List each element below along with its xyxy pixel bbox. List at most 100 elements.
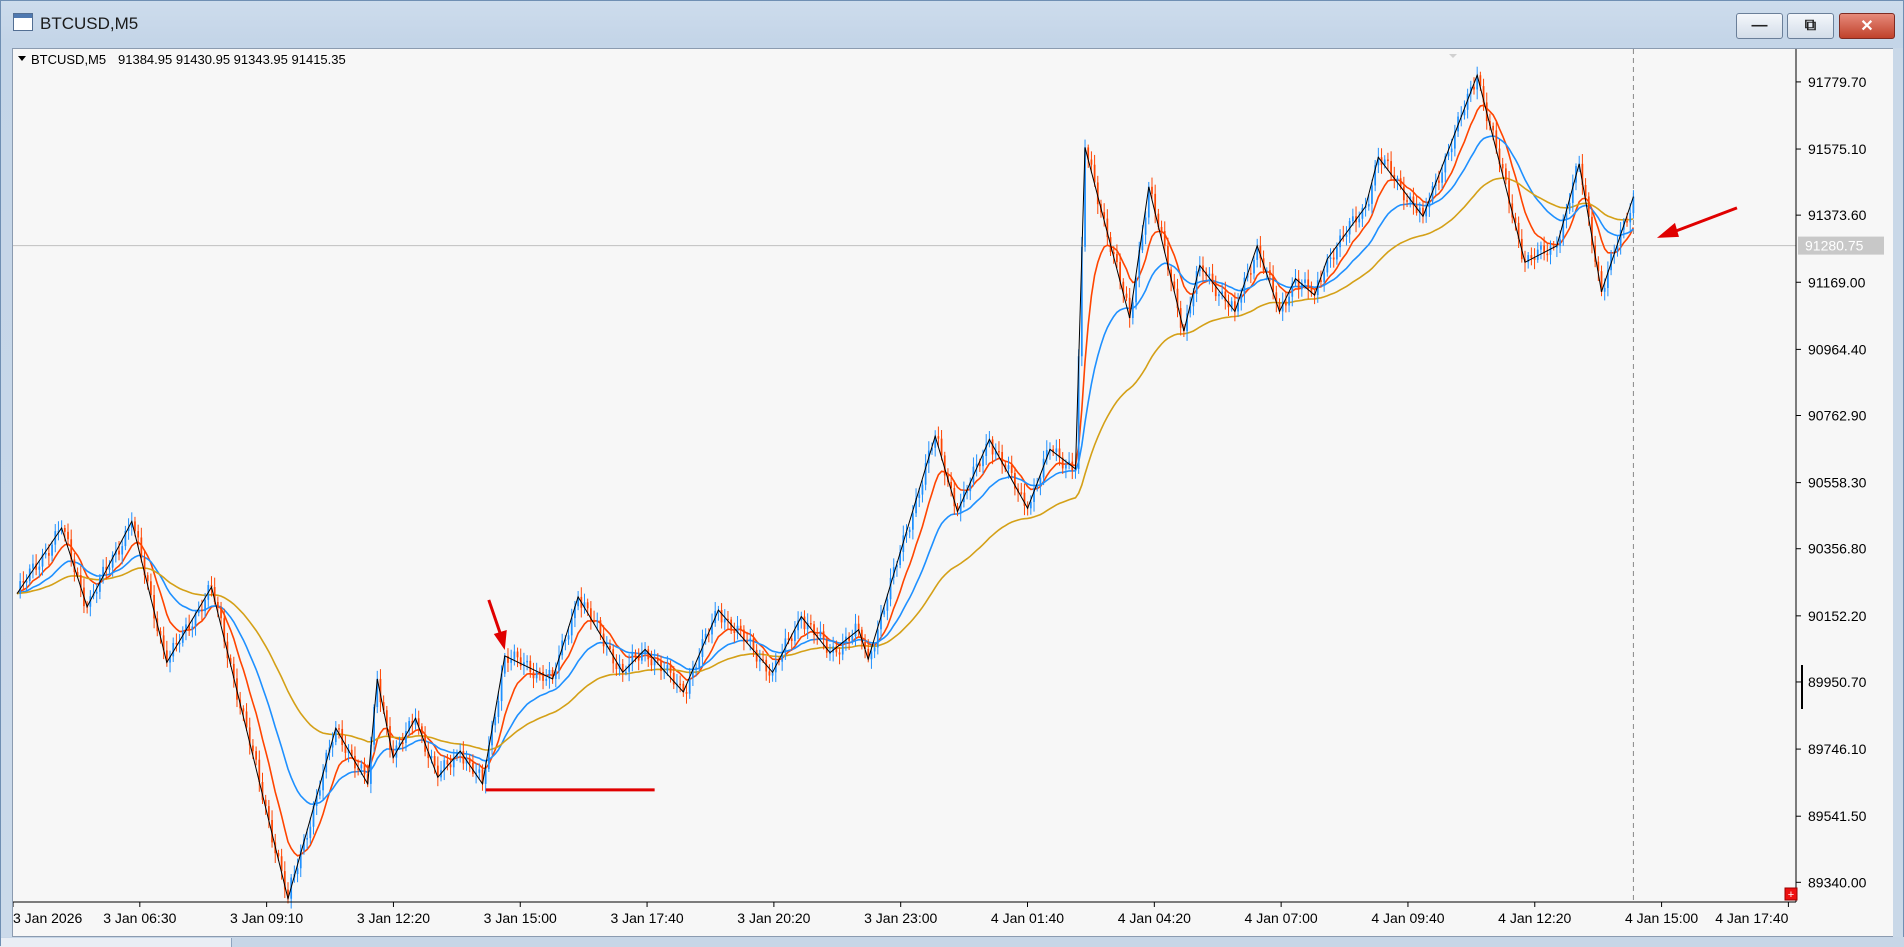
chart-area[interactable]: 91779.70 91575.10 91373.60 91169.00 90964.40… [12,48,1895,937]
time-label: 3 Jan 12:20 [357,910,430,926]
candle-body [1441,172,1443,183]
candle-body [609,645,611,650]
candle-body [1450,148,1453,153]
time-label: 3 Jan 23:00 [864,910,937,926]
candle-body [1323,272,1326,283]
candle-body [921,484,924,495]
price-label: 91779.70 [1808,74,1867,90]
candle-body [1396,178,1399,181]
candle-body [982,455,984,467]
candle-body [360,764,363,769]
time-label: 4 Jan 04:20 [1118,910,1191,926]
candle-body [720,610,723,623]
candle-body [363,764,366,775]
candle-body [873,647,876,652]
title-bar[interactable]: BTCUSD,M5 — ⧉ ✕ [1,1,1903,43]
candle-body [306,838,308,840]
candle-body [794,630,796,642]
candle-body [1269,270,1271,276]
candle-body [1501,164,1504,169]
candle-body [625,671,627,674]
candle-body [529,660,532,673]
candle-body [296,868,299,875]
candle-body [1473,86,1475,90]
left-arrow-shaft [1670,206,1738,235]
left-arrow-icon [1656,222,1679,238]
candle-body [918,494,921,499]
candle-body [178,642,181,645]
price-label: 89340.00 [1808,874,1867,890]
candle-body [851,636,854,641]
candle-body [819,631,822,637]
candle-body [838,652,841,655]
candle-body [1402,186,1405,201]
price-chart[interactable]: 91779.70 91575.10 91373.60 91169.00 90964.40… [12,49,1894,936]
candle-body [478,769,481,773]
candle-body [586,602,589,609]
price-label: 90964.40 [1808,341,1867,357]
chart-symbol: BTCUSD,M5 [31,52,106,67]
candle-body [494,716,497,726]
candle-body [685,692,688,694]
chart-window-icon [13,13,33,31]
time-label: 3 Jan 2026 [13,910,82,926]
svg-text:+: + [1788,889,1794,901]
candle-body [669,664,672,673]
candle-body [1549,246,1552,255]
price-label: 89746.10 [1808,741,1867,757]
candle-body [758,659,761,662]
candle-body [1090,159,1093,165]
close-button[interactable]: ✕ [1839,13,1895,39]
expand-plus-icon[interactable]: + [1784,887,1798,901]
chart-ohlc: 91384.95 91430.95 91343.95 91415.35 [118,52,346,67]
candle-body [1332,257,1335,260]
price-label: 90152.20 [1808,608,1867,624]
candle-body [1387,159,1389,162]
candle-body [513,651,516,660]
window-title: BTCUSD,M5 [40,14,139,33]
candle-body [216,601,219,608]
candle-body [32,563,34,569]
candle-body [204,599,206,612]
candle-body [1383,159,1386,165]
candle-body [749,638,752,641]
candle-body [666,664,669,671]
candle-body [854,623,857,637]
candle-body [95,591,98,594]
candle-body [1540,245,1542,250]
candle-body [1010,465,1013,474]
candle-body [44,553,47,555]
candle-body [755,649,758,662]
candle-body [998,451,1000,453]
candle-body [1055,448,1058,453]
candle-body [752,638,755,650]
price-label: 90762.90 [1808,407,1867,423]
candle-body [1329,257,1332,260]
candle-body [433,756,436,766]
candle-body [1304,279,1306,283]
candle-body [535,671,538,679]
collapse-triangle-icon[interactable] [18,56,26,61]
time-label: 4 Jan 07:00 [1245,910,1318,926]
restore-button[interactable]: ⧉ [1787,13,1834,39]
candle-body [1438,180,1440,183]
candle-body [1131,302,1134,319]
scroll-marker-icon [1449,54,1457,58]
chart-header: BTCUSD,M5 91384.95 91430.95 91343.95 914… [18,52,346,67]
candle-body [1007,465,1010,470]
candle-body [51,544,53,556]
time-label: 3 Jan 06:30 [103,910,176,926]
minimize-button[interactable]: — [1736,13,1783,39]
candle-body [1320,280,1322,283]
candle-body [338,728,340,730]
candle-body [886,599,889,611]
candle-body [1371,185,1373,204]
price-label: 90558.30 [1808,475,1867,491]
time-label: 4 Jan 12:20 [1498,910,1571,926]
candle-body [1029,501,1032,509]
candle-body [1504,168,1507,181]
candle-body [519,657,522,667]
price-label: 89541.50 [1808,808,1867,824]
candle-body [650,659,653,666]
candle-body [1151,186,1153,194]
